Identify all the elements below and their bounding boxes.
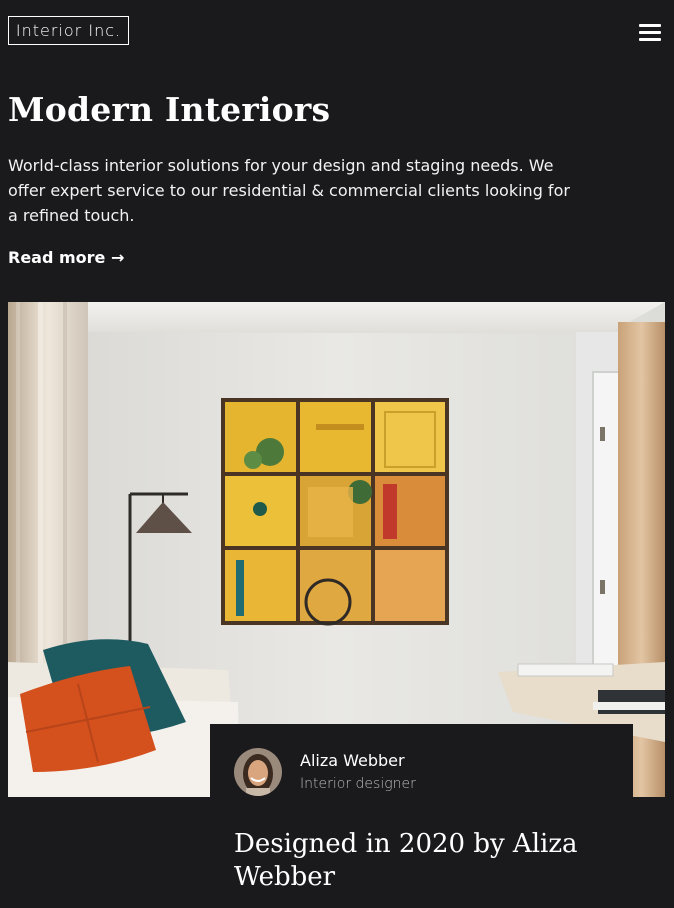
brand-logo[interactable]: Interior Inc. (8, 16, 129, 45)
hero-description: World-class interior solutions for your … (8, 156, 570, 225)
author-name[interactable]: Aliza Webber (300, 751, 405, 770)
hamburger-menu-icon[interactable] (637, 21, 663, 43)
read-more-link[interactable]: Read more → (8, 247, 124, 269)
author-avatar (234, 748, 282, 796)
card-title: Designed in 2020 by Aliza Webber (234, 829, 578, 892)
hero-title: Modern Interiors (8, 90, 331, 129)
interior-photo (8, 302, 665, 797)
author-card: Aliza Webber Interior designer Designed … (210, 724, 633, 908)
author-role: Interior designer (300, 776, 416, 792)
